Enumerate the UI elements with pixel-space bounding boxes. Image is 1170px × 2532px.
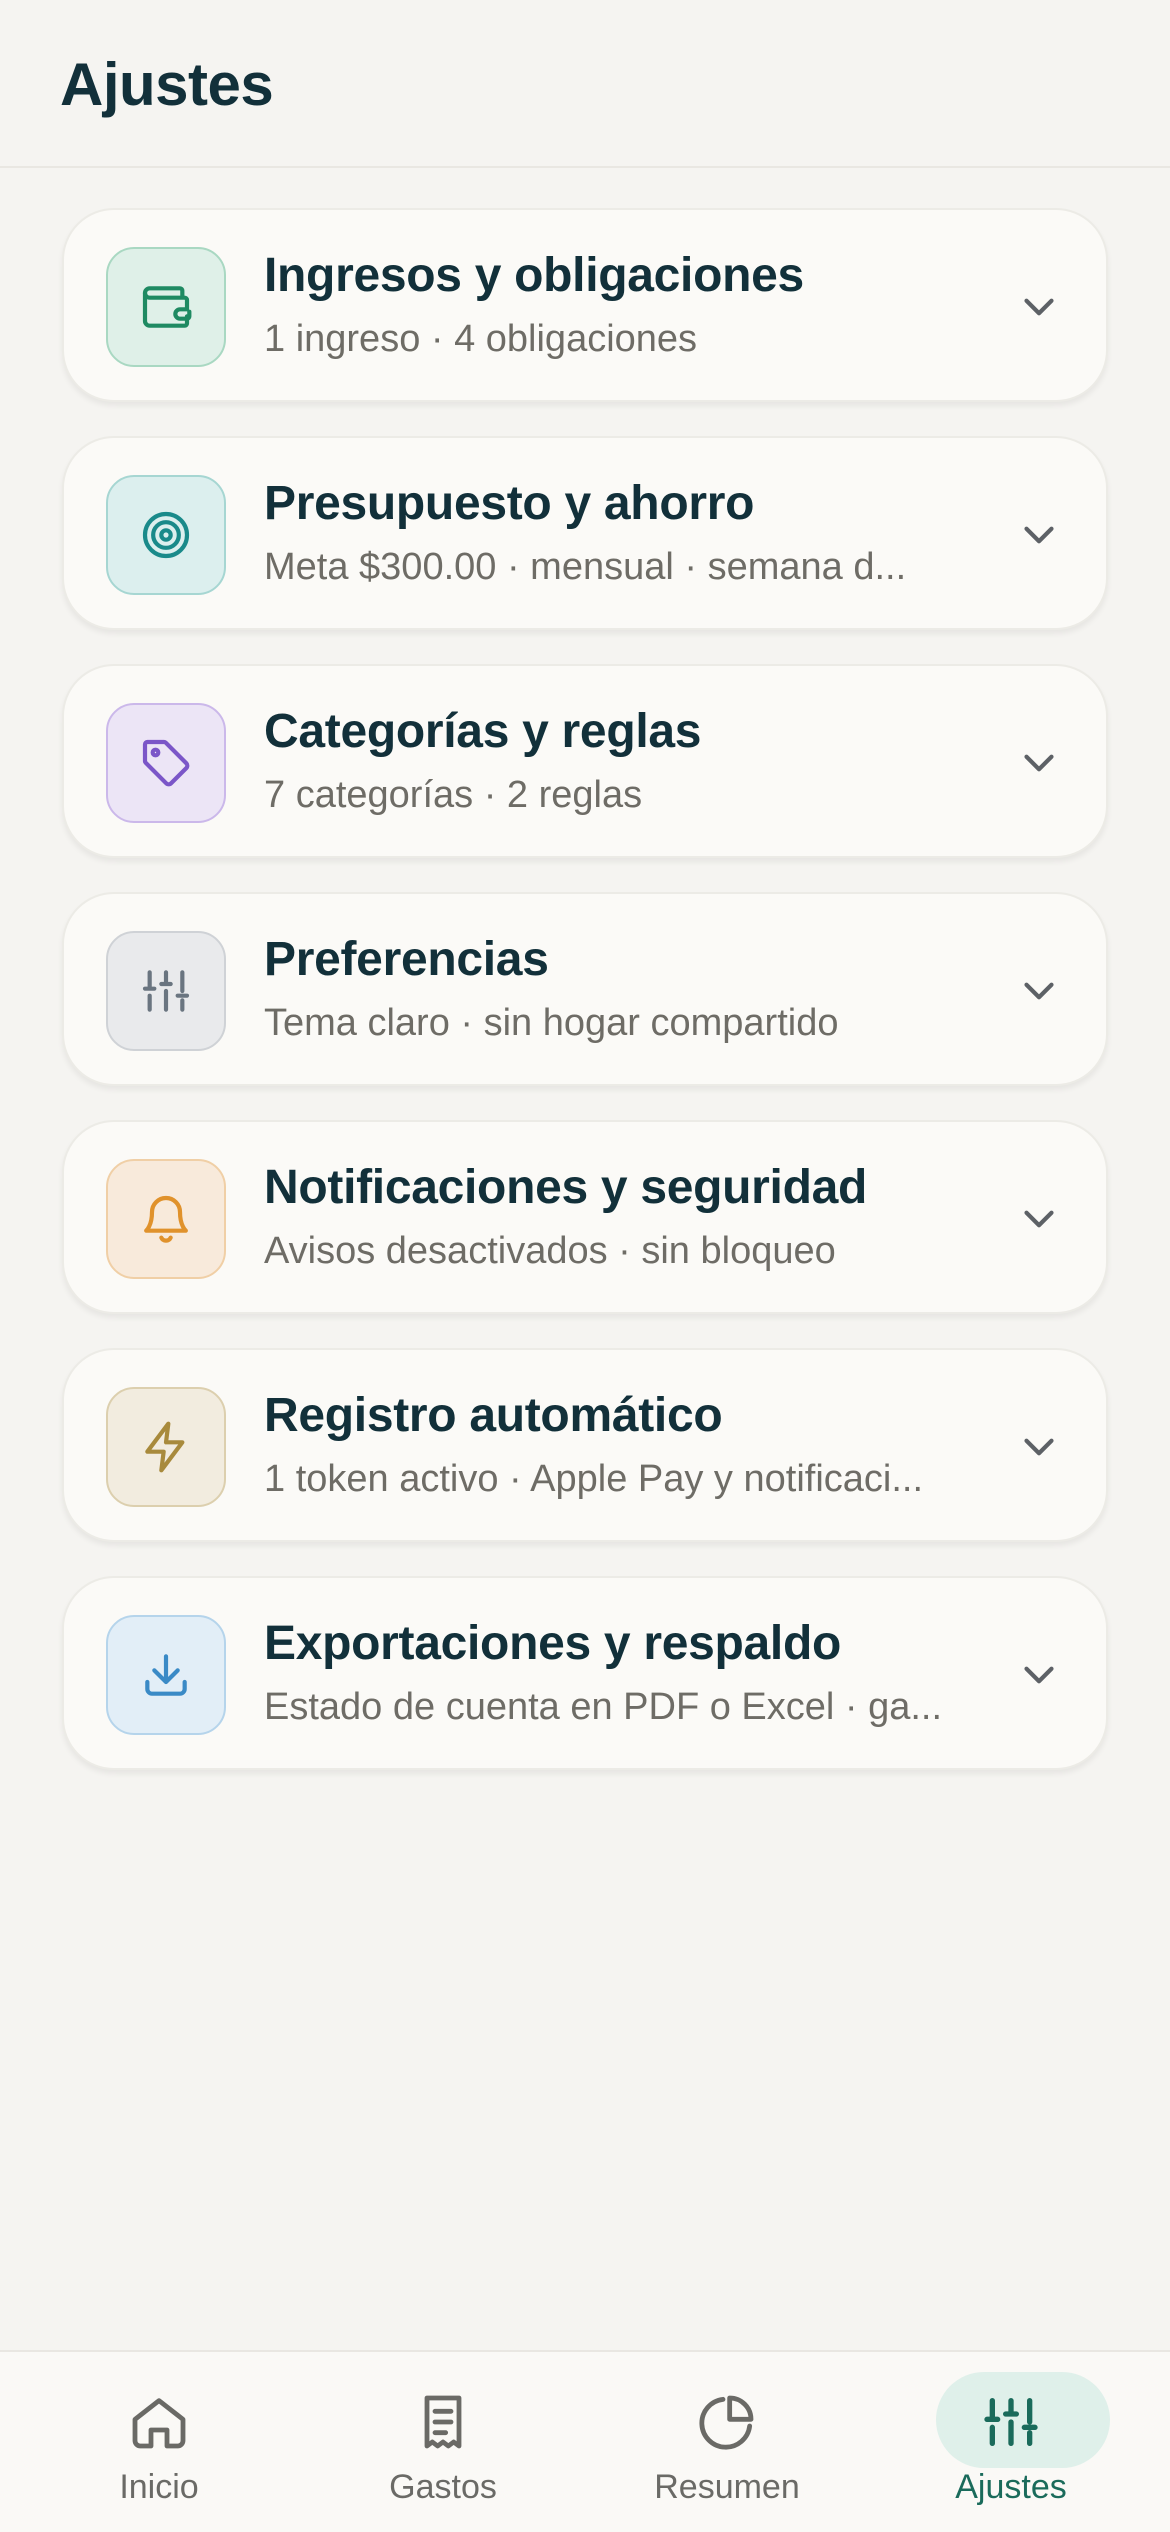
chevron-down-icon[interactable] [1014,738,1064,788]
target-icon [106,475,226,595]
card-title: Categorías y reglas [264,705,702,758]
nav-ajustes[interactable]: Ajustes [911,2370,1111,2520]
download-icon [106,1615,226,1735]
nav-label: Ajustes [955,2468,1067,2506]
card-title: Presupuesto y ahorro [264,477,755,530]
home-icon [132,2398,186,2449]
settings-list: Ingresos y obligaciones 1 ingreso · 4 ob… [62,208,1108,1804]
card-registro[interactable]: Registro automático 1 token activo · App… [62,1348,1108,1542]
card-subtitle: Estado de cuenta en PDF o Excel · ga... [264,1686,943,1728]
card-subtitle: 7 categorías · 2 reglas [264,774,643,816]
nav-label: Gastos [389,2468,497,2506]
wallet-icon [106,247,226,367]
chevron-down-icon[interactable] [1014,966,1064,1016]
card-title: Preferencias [264,933,549,986]
card-exportaciones[interactable]: Exportaciones y respaldo Estado de cuent… [62,1576,1108,1770]
receipt-icon [424,2395,462,2449]
nav-label: Resumen [654,2468,800,2506]
card-preferencias[interactable]: Preferencias Tema claro · sin hogar comp… [62,892,1108,1086]
header: Ajustes [0,0,1170,168]
sliders-icon [984,2398,1038,2446]
tag-icon [106,703,226,823]
card-title: Registro automático [264,1389,723,1442]
chevron-down-icon[interactable] [1014,1650,1064,1700]
card-notificaciones[interactable]: Notificaciones y seguridad Avisos desact… [62,1120,1108,1314]
chevron-down-icon[interactable] [1014,1422,1064,1472]
card-ingresos[interactable]: Ingresos y obligaciones 1 ingreso · 4 ob… [62,208,1108,402]
card-title: Notificaciones y seguridad [264,1161,868,1214]
bottom-nav: Inicio Gastos Resumen Ajustes [0,2350,1170,2532]
page-title: Ajustes [60,51,274,118]
card-title: Ingresos y obligaciones [264,249,804,302]
card-presupuesto[interactable]: Presupuesto y ahorro Meta $300.00 · mens… [62,436,1108,630]
nav-resumen[interactable]: Resumen [627,2370,827,2520]
card-categorias[interactable]: Categorías y reglas 7 categorías · 2 reg… [62,664,1108,858]
card-subtitle: Avisos desactivados · sin bloqueo [264,1230,836,1272]
nav-gastos[interactable]: Gastos [343,2370,543,2520]
bell-icon [106,1159,226,1279]
chevron-down-icon[interactable] [1014,282,1064,332]
chevron-down-icon[interactable] [1014,510,1064,560]
card-subtitle: Meta $300.00 · mensual · semana d... [264,546,907,588]
nav-inicio[interactable]: Inicio [59,2370,259,2520]
card-subtitle: Tema claro · sin hogar compartido [264,1002,839,1044]
card-subtitle: 1 ingreso · 4 obligaciones [264,318,698,360]
chevron-down-icon[interactable] [1014,1194,1064,1244]
pie-chart-icon [699,2395,754,2450]
nav-label: Inicio [119,2468,199,2506]
card-subtitle: 1 token activo · Apple Pay y notificaci.… [264,1458,924,1500]
sliders-icon [106,931,226,1051]
bolt-icon [106,1387,226,1507]
card-title: Exportaciones y respaldo [264,1617,842,1670]
settings-screen: Ajustes Ingresos y obligaciones 1 ingres… [0,0,1170,2532]
